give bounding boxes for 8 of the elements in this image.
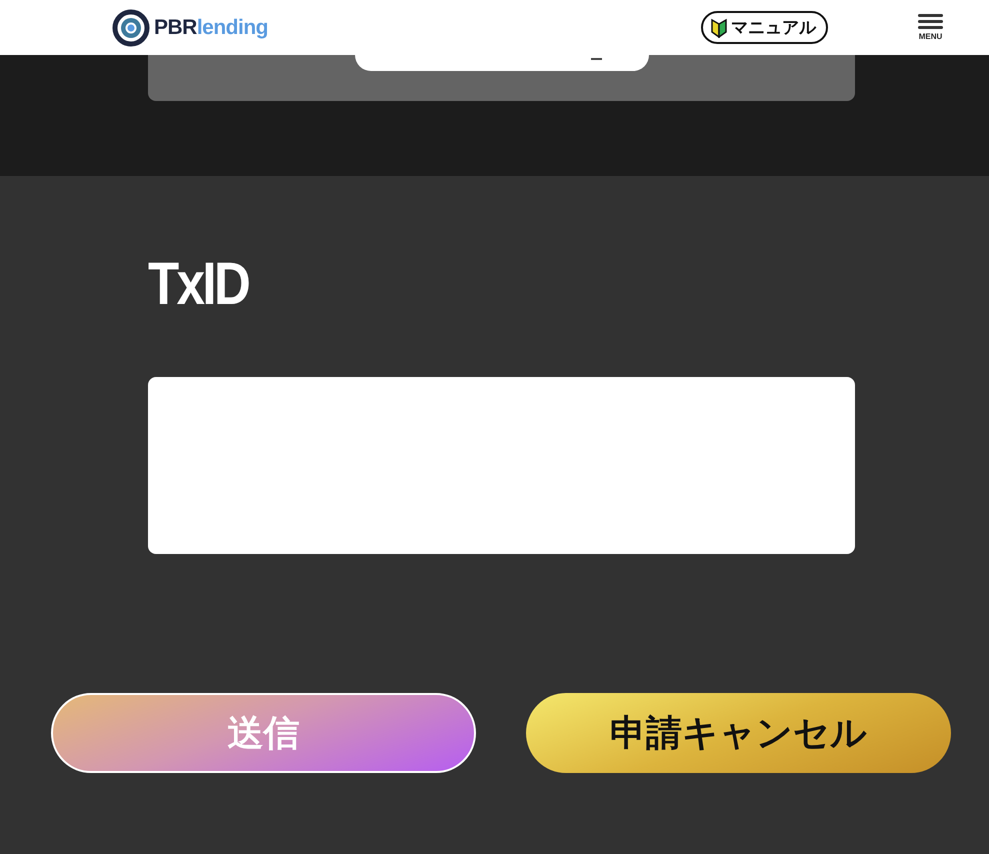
logo-wordmark[interactable]: PBRlending bbox=[154, 16, 268, 40]
manual-button[interactable]: マニュアル bbox=[701, 11, 828, 44]
logo-icon bbox=[112, 8, 150, 46]
menu-button[interactable]: MENU bbox=[918, 14, 943, 41]
leaf-mark-icon bbox=[711, 18, 727, 38]
txid-input-field[interactable] bbox=[148, 377, 855, 554]
section-heading: TxID bbox=[148, 249, 248, 319]
cancel-button[interactable]: 申請キャンセル bbox=[526, 693, 951, 773]
